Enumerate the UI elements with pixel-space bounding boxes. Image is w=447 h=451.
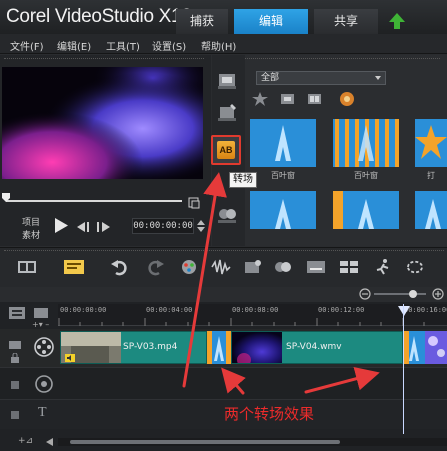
- split-icon[interactable]: [188, 197, 200, 209]
- transition-clip[interactable]: [403, 331, 425, 364]
- menu-settings[interactable]: 设置(S): [152, 38, 186, 53]
- chapter-point-icon[interactable]: [32, 306, 50, 320]
- playhead-line[interactable]: [403, 304, 404, 434]
- play-icon[interactable]: [54, 218, 68, 233]
- playhead-marker-icon[interactable]: [398, 306, 410, 316]
- tab-share[interactable]: 共享: [314, 9, 378, 34]
- clip-mode-label[interactable]: 素材: [22, 228, 40, 241]
- overlay-track: [0, 367, 447, 399]
- app-logo: Corel VideoStudio X10: [6, 6, 192, 27]
- instant-project-icon[interactable]: [216, 102, 240, 124]
- time-remap-icon[interactable]: [373, 258, 393, 276]
- ruler-ticks: [58, 318, 425, 326]
- auto-music-icon[interactable]: [243, 258, 263, 276]
- transition-thumb[interactable]: [333, 191, 399, 229]
- track-visibility-icon[interactable]: [9, 380, 21, 390]
- prev-frame-icon[interactable]: [77, 222, 91, 232]
- media-icon[interactable]: [216, 70, 240, 92]
- category-value: 全部: [261, 73, 280, 83]
- overlay-track-icon: [35, 375, 53, 393]
- apply-current-icon[interactable]: [306, 91, 324, 107]
- video-track-icon: [34, 337, 54, 357]
- subtitle-editor-icon[interactable]: [306, 258, 326, 276]
- thumb-label: 百叶窗: [354, 171, 378, 180]
- panel-grip: [220, 58, 440, 60]
- sound-mixer-icon[interactable]: [211, 258, 231, 276]
- thumb-label: 打: [427, 171, 435, 180]
- thumb-label: 百叶窗: [271, 171, 295, 180]
- ruler-tick-label: 00:00:00:00: [60, 306, 107, 314]
- scroll-left-icon[interactable]: [46, 438, 54, 446]
- transition-clip[interactable]: [207, 331, 231, 364]
- transition-thumb[interactable]: [250, 191, 316, 229]
- tab-edit[interactable]: 编辑: [234, 9, 308, 34]
- storyboard-view-icon[interactable]: [17, 258, 37, 276]
- add-remove-chapter-icon[interactable]: +▾ –: [32, 320, 49, 329]
- menu-file[interactable]: 文件(F): [10, 38, 44, 53]
- menu-help[interactable]: 帮助(H): [201, 38, 236, 53]
- transition-thumb[interactable]: [333, 119, 399, 167]
- title-track-icon: T: [38, 405, 47, 420]
- transition-thumb[interactable]: [415, 119, 447, 167]
- upload-arrow-icon[interactable]: [388, 12, 406, 30]
- redo-icon[interactable]: [145, 258, 165, 276]
- transition-ab-icon: AB: [217, 141, 235, 159]
- timecode-spinner-icon[interactable]: [197, 220, 205, 232]
- multi-camera-icon[interactable]: [339, 258, 359, 276]
- ruler-tick-label: 00:00:16:00: [404, 306, 447, 314]
- transition-thumb[interactable]: [415, 191, 447, 229]
- add-track-icon[interactable]: +⊿: [18, 436, 33, 446]
- track-manager-icon[interactable]: [8, 306, 26, 320]
- undo-icon[interactable]: [110, 258, 130, 276]
- next-frame-icon[interactable]: [97, 222, 111, 232]
- zoom-slider[interactable]: [358, 287, 447, 301]
- clip-name: SP-V03.mp4: [123, 342, 178, 352]
- preview-video: [2, 67, 203, 179]
- category-dropdown[interactable]: 全部: [256, 71, 386, 85]
- timeline-view-icon[interactable]: [64, 258, 84, 276]
- timecode-field[interactable]: 00:00:00:00: [132, 218, 194, 234]
- chevron-down-icon: [375, 76, 381, 80]
- panel-grip: [4, 250, 444, 252]
- favorite-icon[interactable]: [251, 91, 269, 107]
- track-visibility-icon[interactable]: [9, 340, 21, 350]
- apply-random-icon[interactable]: [279, 91, 297, 107]
- motion-tracking-icon[interactable]: [273, 258, 293, 276]
- project-mode-label[interactable]: 项目: [22, 215, 40, 228]
- app-window: Corel VideoStudio X10 捕获 编辑 共享 文件(F) 编辑(…: [0, 0, 447, 451]
- video-clip[interactable]: SP-V03.mp4: [60, 331, 207, 364]
- tab-capture[interactable]: 捕获: [176, 9, 228, 34]
- video-clip[interactable]: SP-V04.wmv: [231, 331, 403, 364]
- annotation-caption: 两个转场效果: [224, 405, 315, 423]
- record-capture-icon[interactable]: [180, 258, 200, 276]
- panel-grip: [4, 58, 204, 60]
- get-more-icon[interactable]: [338, 91, 356, 107]
- mask-creator-icon[interactable]: [405, 258, 425, 276]
- audio-icon: [65, 354, 75, 362]
- track-lock-icon[interactable]: [9, 353, 21, 363]
- menu-tools[interactable]: 工具(T): [106, 38, 140, 53]
- filter-icon[interactable]: [216, 203, 240, 225]
- ruler-tick-label: 00:00:04:00: [146, 306, 193, 314]
- ruler-tick-label: 00:00:08:00: [232, 306, 279, 314]
- preview-scrubber[interactable]: [6, 200, 182, 202]
- track-visibility-icon[interactable]: [9, 410, 21, 420]
- clip-name: SP-V04.wmv: [286, 342, 342, 352]
- video-clip[interactable]: [425, 331, 447, 364]
- scrollbar-thumb[interactable]: [70, 440, 340, 444]
- menu-edit[interactable]: 编辑(E): [57, 38, 91, 53]
- transition-thumb[interactable]: [250, 119, 316, 167]
- ruler-tick-label: 00:00:12:00: [318, 306, 365, 314]
